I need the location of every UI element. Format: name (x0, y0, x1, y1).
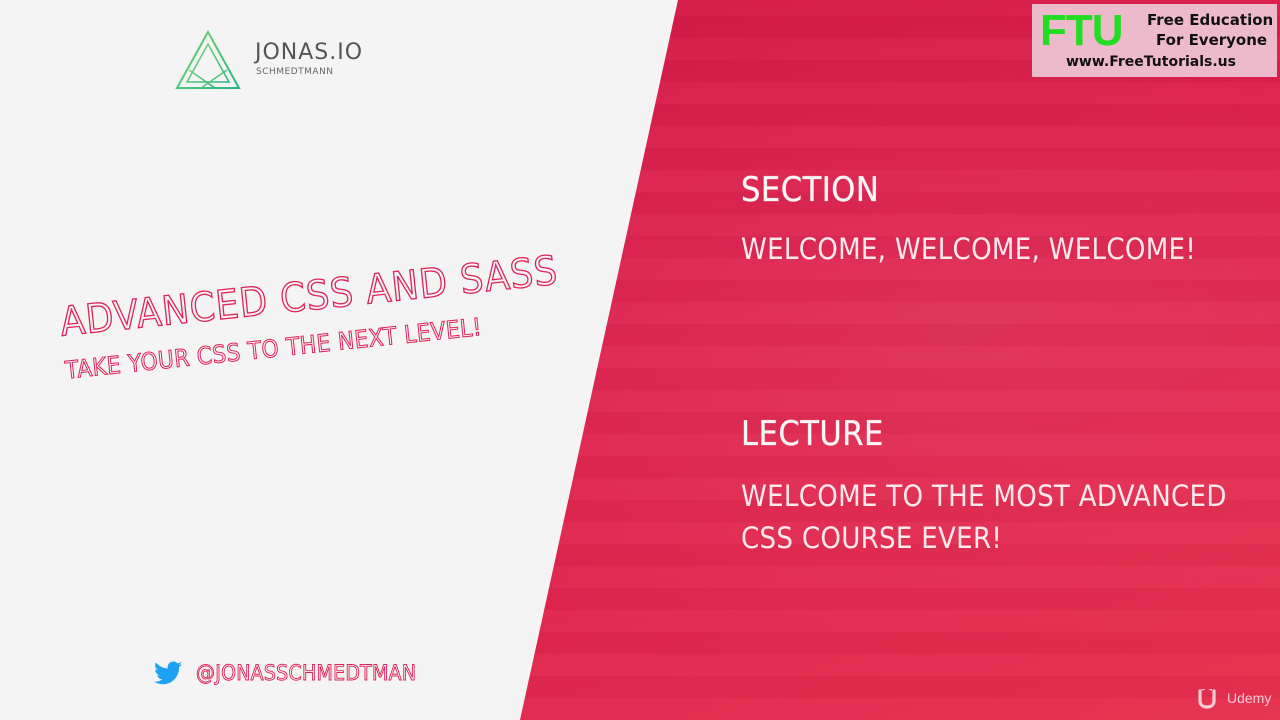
lecture-title: WELCOME TO THE MOST ADVANCED CSS COURSE … (741, 479, 1227, 555)
ftu-watermark: FTU Free Education For Everyone www.Free… (1032, 4, 1277, 77)
twitter-handle: @JONASSCHMEDTMAN (196, 661, 417, 686)
lecture-slide: JONAS.IO SCHMEDTMANN Advanced CSS and Sa… (0, 0, 1280, 720)
section-title: WELCOME, WELCOME, WELCOME! (741, 232, 1197, 266)
logo-title: JONAS.IO (255, 40, 364, 65)
udemy-u-icon (1198, 689, 1216, 709)
ftu-url: www.FreeTutorials.us (1066, 54, 1236, 70)
ftu-tagline-2: For Everyone (1156, 31, 1268, 49)
brand-logo: JONAS.IO SCHMEDTMANN (175, 30, 375, 90)
udemy-label: Udemy (1227, 690, 1272, 706)
lecture-heading: LECTURE (741, 414, 884, 455)
twitter-bird-icon (154, 661, 182, 685)
course-title-block: Advanced CSS and Sass Take your CSS to t… (57, 244, 604, 386)
logo-subtitle: SCHMEDTMANN (256, 67, 334, 77)
section-heading: SECTION (741, 170, 880, 211)
triangle-logo-icon (175, 30, 241, 89)
ftu-tagline-1: Free Education (1147, 11, 1274, 29)
ftu-logo: FTU (1040, 6, 1124, 55)
